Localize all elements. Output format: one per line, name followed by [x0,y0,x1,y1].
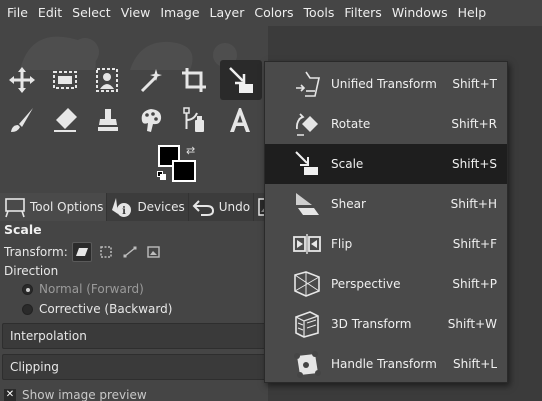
reset-colors-icon[interactable] [157,171,167,181]
menu-windows[interactable]: Windows [387,0,453,26]
tab-tool-options[interactable]: Tool Options [0,193,108,221]
eraser-tool-icon[interactable] [47,102,83,138]
transform-layer-icon[interactable] [71,242,92,262]
checkbox-icon: ✕ [4,389,16,401]
background-color-swatch[interactable] [172,160,196,182]
menu-item-label: Unified Transform [331,77,437,91]
radio-label: Corrective (Backward) [39,302,173,316]
move-tool-icon[interactable] [4,62,40,98]
swap-colors-icon[interactable]: ⇄ [186,144,195,157]
menu-item-shortcut: Shift+P [452,277,497,291]
tab-label: Tool Options [30,200,104,214]
checkbox-label: Show image preview [22,388,147,401]
scale-icon [287,146,327,182]
menu-colors[interactable]: Colors [249,0,298,26]
crop-tool-icon[interactable] [176,62,212,98]
devices-icon: i [112,198,132,217]
shear-icon [287,186,327,222]
paintbrush-tool-icon[interactable] [4,102,40,138]
menu-item-label: Rotate [331,117,371,131]
menu-item-shortcut: Shift+S [452,157,497,171]
menu-item-label: 3D Transform [331,317,412,331]
menu-item-label: Shear [331,197,366,211]
handle-transform-icon [287,346,327,382]
undo-icon [192,200,214,216]
menu-item-3d-transform[interactable]: 3D Transform Shift+W [265,304,507,344]
3d-transform-icon [287,306,327,342]
transform-tools-menu: Unified Transform Shift+T Rotate Shift+R… [264,61,508,383]
interpolation-frame[interactable]: Interpolation [2,323,266,349]
scale-tool-icon[interactable] [220,60,262,100]
direction-corrective-radio[interactable]: Corrective (Backward) [22,302,172,316]
menu-tools[interactable]: Tools [299,0,340,26]
radio-label: Normal (Forward) [39,282,144,296]
clone-tool-icon[interactable] [90,102,126,138]
rect-select-tool-icon[interactable] [47,62,83,98]
transform-selection-icon[interactable] [96,242,116,262]
tool-options-icon [5,198,25,218]
toolbox [0,58,268,140]
smudge-tool-icon[interactable] [133,102,169,138]
clipping-frame[interactable]: Clipping [2,354,266,380]
rotate-icon [287,106,327,142]
menu-item-shortcut: Shift+L [452,357,497,371]
menu-item-label: Handle Transform [331,357,437,371]
menu-item-rotate[interactable]: Rotate Shift+R [265,104,507,144]
menu-item-shortcut: Shift+T [452,77,497,91]
transform-mode-row: Transform: [4,241,164,263]
direction-normal-radio[interactable]: Normal (Forward) [22,282,144,296]
menu-item-label: Flip [331,237,353,251]
tool-options-title: Scale [4,222,42,237]
menu-item-perspective[interactable]: Perspective Shift+P [265,264,507,304]
menu-item-flip[interactable]: Flip Shift+F [265,224,507,264]
show-preview-checkbox[interactable]: ✕ Show image preview [4,388,147,401]
radio-dot [22,283,33,295]
paths-tool-icon[interactable] [176,102,212,138]
svg-text:i: i [123,206,127,217]
menu-item-scale[interactable]: Scale Shift+S [265,144,507,184]
tab-label: Undo [218,200,251,214]
flip-icon [287,226,327,262]
menu-item-handle-transform[interactable]: Handle Transform Shift+L [265,344,507,384]
transform-path-icon[interactable] [120,242,140,262]
dock-tabs: Tool Options i Devices Undo [0,193,286,221]
fuzzy-select-tool-icon[interactable] [90,62,126,98]
tab-undo[interactable]: Undo [189,193,255,221]
transform-label: Transform: [4,245,68,259]
text-tool-icon[interactable] [222,102,258,138]
menu-item-label: Scale [331,157,364,171]
unified-transform-icon [287,66,327,102]
menu-help[interactable]: Help [453,0,492,26]
radio-dot [22,303,33,315]
tab-label: Devices [137,200,185,214]
menu-item-shortcut: Shift+W [447,317,497,331]
tool-options-panel: Scale Transform: Direction Normal (Forwa… [0,221,268,401]
menu-item-shortcut: Shift+R [451,117,497,131]
menu-item-shortcut: Shift+F [452,237,497,251]
transform-image-icon[interactable] [144,242,164,262]
menu-item-unified-transform[interactable]: Unified Transform Shift+T [265,64,507,104]
direction-label: Direction [4,264,59,278]
menu-filters[interactable]: Filters [339,0,386,26]
menu-item-label: Perspective [331,277,401,291]
magic-wand-tool-icon[interactable] [133,62,169,98]
perspective-icon [287,266,327,302]
tab-devices[interactable]: i Devices [107,193,189,221]
menu-item-shear[interactable]: Shear Shift+H [265,184,507,224]
menu-item-shortcut: Shift+H [450,197,497,211]
